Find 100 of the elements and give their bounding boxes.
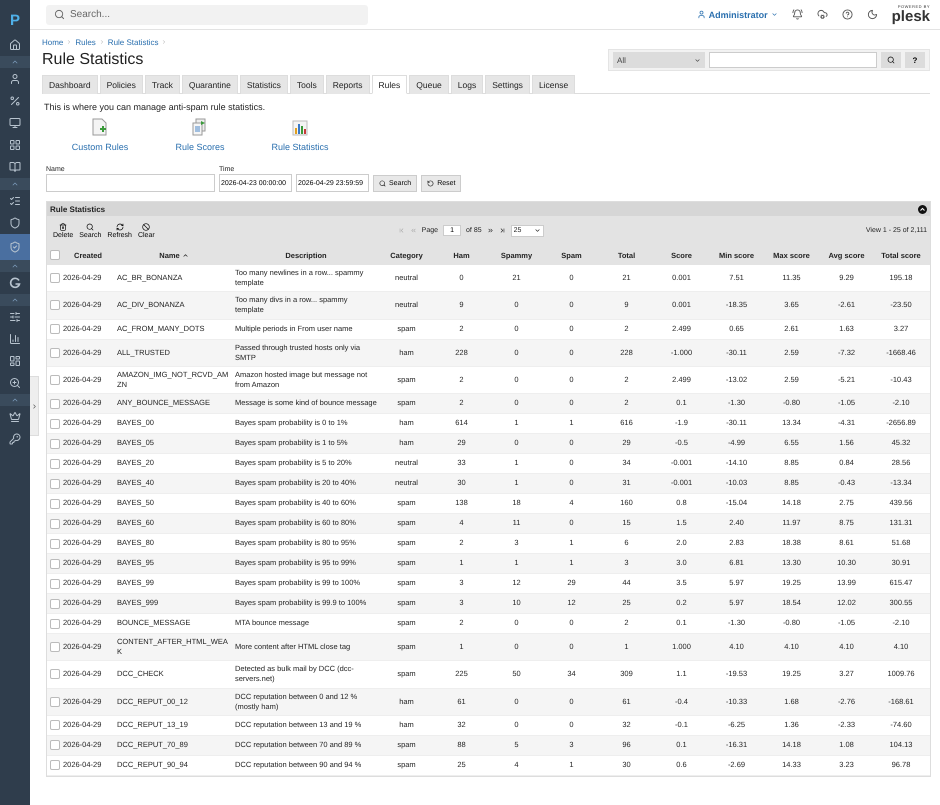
breadcrumb-link[interactable]: Home [42,38,64,46]
tab[interactable]: License [532,75,576,94]
checkbox[interactable] [50,642,60,652]
sidebar-icon [9,241,21,253]
document-plus-icon [92,118,108,136]
filter-select[interactable]: All [613,52,705,68]
shortcut-link[interactable]: Rule Statistics [250,118,350,152]
sidebar-icon [9,117,21,129]
tab[interactable]: Quarantine [182,75,238,94]
tab[interactable]: Track [144,75,180,94]
sidebar-icon [9,433,21,445]
logo[interactable]: P [10,6,20,34]
sidebar-icon [9,39,21,51]
checkbox[interactable] [50,348,60,358]
tab[interactable]: Settings [485,75,530,94]
checkbox[interactable] [50,696,60,707]
checkbox[interactable] [50,478,60,488]
help-button[interactable]: ? [905,52,925,68]
help-icon[interactable] [842,9,853,20]
caret-icon [770,11,778,18]
expand-handle[interactable] [30,376,39,436]
tab[interactable]: Rules [372,75,408,94]
collapse-icon[interactable] [918,204,927,214]
checkbox[interactable] [50,740,60,750]
chevron-right-icon [66,39,72,45]
page-title: Rule Statistics [42,51,144,69]
shortcut-link[interactable]: Rule Scores [150,118,250,152]
clear-icon [142,222,150,230]
chevron-right-icon [98,39,105,45]
checkbox[interactable] [50,598,60,608]
breadcrumb-link[interactable]: Rule Statistics [108,38,158,46]
quick-search-field[interactable] [709,52,877,68]
tab[interactable]: Dashboard [42,75,98,94]
breadcrumb-link[interactable]: Rules [75,38,96,46]
tab[interactable]: Tools [290,75,324,94]
search-icon [54,8,65,20]
checkbox[interactable] [50,458,60,468]
bell-icon[interactable] [792,9,803,20]
name-field[interactable] [46,174,215,192]
search-icon [379,180,386,187]
chevron-up-icon [11,396,19,404]
checkbox[interactable] [50,300,60,310]
checkbox[interactable] [50,324,60,334]
previous-page-icon[interactable] [410,227,417,234]
brand-logo: plesk [892,9,930,24]
sidebar-icon [9,355,21,367]
documents-arrows-icon [192,118,208,136]
first-page-icon[interactable] [398,227,405,234]
checkbox[interactable] [50,398,60,408]
user-menu[interactable]: Administrator [696,10,778,20]
chevron-right-icon [161,39,168,45]
search-icon [887,56,895,64]
chevron-up-icon [11,262,19,270]
intro-text: This is where you can manage anti-spam rule statistics. [44,102,266,112]
checkbox[interactable] [50,760,60,770]
checkbox[interactable] [50,498,60,508]
checkbox[interactable] [50,374,60,385]
moon-icon[interactable] [866,9,878,20]
tab[interactable]: Logs [450,75,484,94]
sidebar-icon [9,411,21,423]
checkbox[interactable] [50,518,60,528]
user-icon [696,10,706,19]
checkbox[interactable] [50,273,60,284]
last-page-icon[interactable] [498,227,506,234]
bar-chart-icon [292,118,308,136]
tab[interactable]: Queue [409,75,449,94]
search-icon [86,222,94,230]
checkbox[interactable] [50,438,60,448]
tab[interactable]: Policies [100,75,143,94]
chevron-up-icon [11,180,19,188]
checkbox[interactable] [50,578,60,588]
refresh-icon [116,222,124,230]
sidebar-item[interactable] [0,234,30,260]
next-page-icon[interactable] [486,227,494,234]
checkbox[interactable] [50,418,60,428]
sidebar-icon [9,195,21,207]
checkbox[interactable] [50,538,60,548]
sidebar-icon [9,161,21,173]
checkbox[interactable] [50,669,60,680]
tab[interactable]: Reports [326,75,370,94]
checkbox[interactable] [50,720,60,730]
sidebar-icon [9,217,21,229]
panel-title: Rule Statistics [50,204,106,214]
g-letter-icon[interactable] [9,277,21,289]
caret-icon [694,56,701,64]
sidebar-icon [9,95,21,107]
checkbox[interactable] [50,558,60,568]
checkbox[interactable] [50,250,60,260]
search-field[interactable]: Search... [46,4,368,24]
sidebar-icon [9,311,21,323]
cloud-icon[interactable] [816,9,828,20]
sidebar-icon [9,139,21,151]
search-button[interactable] [881,52,901,68]
chevron-up-icon [11,296,19,304]
sidebar-icon [9,333,21,345]
trash-icon [59,222,68,230]
reset-icon [427,180,434,187]
shortcut-link[interactable]: Custom Rules [50,118,150,152]
tab[interactable]: Statistics [240,75,288,94]
checkbox[interactable] [50,618,60,628]
